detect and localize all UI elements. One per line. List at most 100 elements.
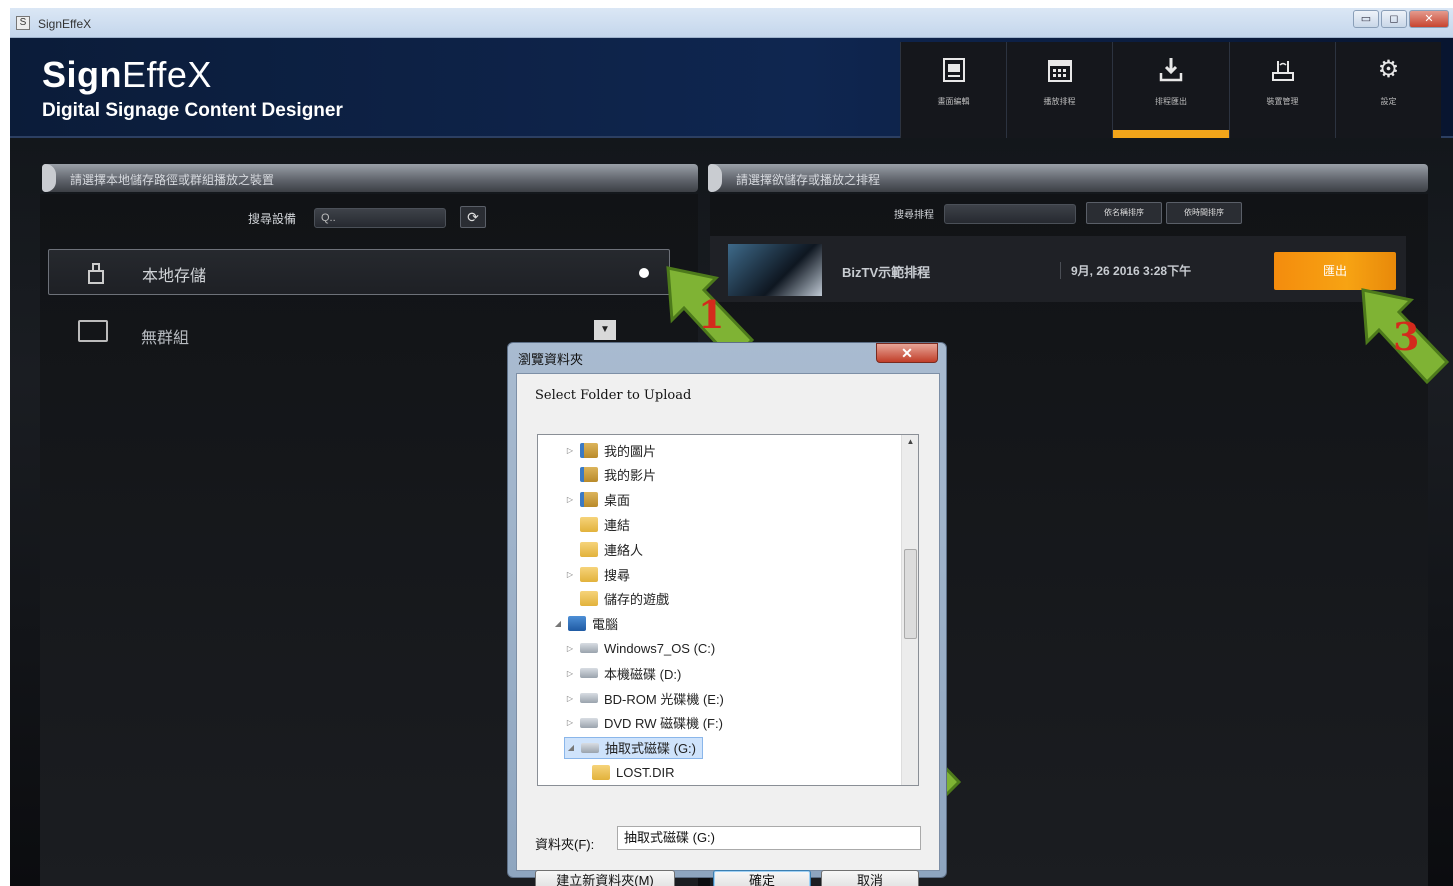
- no-group-label: 無群組: [141, 330, 190, 347]
- scroll-up-arrow[interactable]: ▲: [902, 437, 918, 446]
- schedule-date: 9月, 26 2016 3:28下午: [1060, 262, 1191, 279]
- folder-icon: [580, 516, 598, 532]
- tree-item-label: 抽取式磁碟 (G:): [605, 741, 696, 757]
- logo: SignEffeX: [42, 54, 212, 96]
- tree-item[interactable]: 連結: [564, 513, 630, 535]
- tree-item[interactable]: 儲存的遊戲: [564, 588, 669, 610]
- schedule-search-input[interactable]: [944, 204, 1076, 224]
- tree-item-label: DVD RW 磁碟機 (F:): [604, 716, 723, 732]
- nav-device[interactable]: 裝置管理: [1229, 42, 1335, 138]
- nav-settings[interactable]: ⚙ 設定: [1335, 42, 1441, 138]
- tree-item-label: 我的影片: [604, 468, 657, 484]
- tree-item[interactable]: ▷ 桌面: [564, 489, 630, 511]
- drive-icon: [581, 742, 599, 753]
- nav-label: 播放排程: [1043, 97, 1076, 106]
- monitor-icon: [78, 320, 108, 342]
- browse-folder-dialog: 瀏覽資料夾 ✕ Select Folder to Upload ▲ ▷ 我的圖片我…: [507, 342, 947, 886]
- tree-item-label: Windows7_OS (C:): [604, 640, 716, 656]
- window-title: SignEffeX: [38, 17, 92, 31]
- tree-item[interactable]: ◢ 電腦: [552, 613, 618, 635]
- dialog-body: Select Folder to Upload ▲ ▷ 我的圖片 我的影片 ▷ 桌面 連結…: [516, 373, 940, 886]
- panel-tab: [708, 164, 722, 192]
- tree-item-label: 我的圖片: [604, 443, 657, 459]
- maximize-button[interactable]: ◻: [1381, 10, 1407, 28]
- dialog-title: 瀏覽資料夾: [518, 352, 584, 367]
- nav-schedule[interactable]: 播放排程: [1006, 42, 1112, 138]
- callout-number: 3: [1393, 314, 1420, 359]
- scroll-thumb[interactable]: [904, 549, 917, 639]
- folder-tree[interactable]: ▲ ▷ 我的圖片我的影片 ▷ 桌面連結連絡人 ▷ 搜尋儲存的遊戲 ◢ 電腦 ▷ Windows7_…: [537, 434, 919, 786]
- tree-item[interactable]: ▷ 搜尋: [564, 563, 630, 585]
- folder-icon: [580, 467, 598, 483]
- expand-toggle-icon[interactable]: ▷: [564, 669, 576, 678]
- close-button[interactable]: ✕: [1409, 10, 1449, 28]
- tree-item-label: 本機磁碟 (D:): [604, 666, 682, 682]
- nav-label: 設定: [1380, 97, 1397, 106]
- logo-bold: Sign: [42, 54, 122, 95]
- schedule-name: BizTV示範排程: [842, 265, 931, 280]
- image-edit-icon: [940, 56, 968, 84]
- app-icon: S: [16, 16, 30, 30]
- tree-item[interactable]: 連絡人: [564, 538, 643, 560]
- right-panel-header: 請選擇欲儲存或播放之排程: [708, 164, 1428, 192]
- computer-icon: [568, 616, 586, 632]
- window-controls: ▭ ◻ ✕: [1353, 10, 1449, 28]
- nav-label: 排程匯出: [1155, 97, 1187, 106]
- expand-toggle-icon[interactable]: ▷: [564, 446, 576, 455]
- callout-number: 1: [698, 292, 725, 337]
- expand-toggle-icon[interactable]: ▷: [564, 570, 576, 579]
- folder-label: 資料夾(F):: [535, 837, 595, 852]
- minimize-button[interactable]: ▭: [1353, 10, 1379, 28]
- local-storage-label: 本地存儲: [142, 268, 207, 285]
- tree-scrollbar[interactable]: ▲: [901, 435, 918, 785]
- expand-toggle-icon[interactable]: ▷: [564, 495, 576, 504]
- drive-icon: [580, 717, 598, 728]
- expand-toggle-icon[interactable]: ▷: [564, 644, 576, 653]
- schedule-row[interactable]: BizTV示範排程 9月, 26 2016 3:28下午 匯出: [710, 236, 1406, 302]
- tree-item[interactable]: ▷ BD-ROM 光碟機 (E:): [564, 687, 724, 709]
- nav-export[interactable]: 排程匯出: [1112, 42, 1229, 138]
- local-storage-row[interactable]: 本地存儲: [48, 249, 670, 295]
- gear-icon: ⚙: [1377, 56, 1400, 83]
- dialog-close-button[interactable]: ✕: [876, 343, 938, 363]
- expand-toggle-icon[interactable]: ▷: [564, 694, 576, 703]
- nav-content-edit[interactable]: 畫面編輯: [900, 42, 1006, 138]
- logo-light: EffeX: [122, 54, 212, 95]
- device-router-icon: [1269, 56, 1297, 84]
- tree-item[interactable]: ▷ Windows7_OS (C:): [564, 637, 715, 659]
- folder-icon: [580, 591, 598, 607]
- expand-toggle-icon[interactable]: ◢: [552, 619, 564, 628]
- callout-arrow-3: 3: [1345, 278, 1453, 393]
- tree-item-label: 儲存的遊戲: [604, 592, 670, 608]
- tree-item-label: 連結: [604, 517, 631, 533]
- folder-icon: [580, 566, 598, 582]
- drive-icon: [580, 643, 598, 654]
- sort-by-time-button[interactable]: 依時間排序: [1166, 202, 1242, 224]
- selected-radio[interactable]: [639, 268, 649, 278]
- tree-item[interactable]: ▷ DVD RW 磁碟機 (F:): [564, 712, 723, 734]
- tree-item[interactable]: ◢ 抽取式磁碟 (G:): [564, 736, 703, 759]
- folder-icon: [592, 764, 610, 780]
- ok-button[interactable]: 確定: [713, 870, 811, 886]
- expand-toggle-icon[interactable]: ◢: [565, 743, 577, 752]
- cancel-button[interactable]: 取消: [821, 870, 919, 886]
- right-panel-title: 請選擇欲儲存或播放之排程: [736, 173, 881, 187]
- tree-item[interactable]: ▷ 本機磁碟 (D:): [564, 662, 681, 684]
- expand-toggle-icon[interactable]: ▷: [564, 718, 576, 727]
- tree-item[interactable]: LOST.DIR: [576, 761, 675, 783]
- tree-item-label: BD-ROM 光碟機 (E:): [604, 691, 724, 707]
- refresh-button[interactable]: ⟳: [460, 206, 486, 228]
- tree-item[interactable]: ▷ 我的圖片: [564, 439, 656, 461]
- tree-item-label: 電腦: [592, 617, 619, 633]
- group-dropdown-button[interactable]: ▼: [594, 320, 616, 340]
- folder-input[interactable]: 抽取式磁碟 (G:): [617, 826, 921, 850]
- drive-icon: [580, 693, 598, 703]
- sort-by-name-button[interactable]: 依名稱排序: [1086, 202, 1162, 224]
- tree-item[interactable]: 我的影片: [564, 464, 656, 486]
- device-search-input[interactable]: Q..: [314, 208, 446, 228]
- left-panel-header: 請選擇本地儲存路徑或群組播放之裝置: [42, 164, 698, 192]
- new-folder-button[interactable]: 建立新資料夾(M): [535, 870, 675, 886]
- folder-icon: [580, 541, 598, 557]
- export-download-icon: [1157, 56, 1185, 84]
- device-search-label: 搜尋設備: [248, 212, 297, 226]
